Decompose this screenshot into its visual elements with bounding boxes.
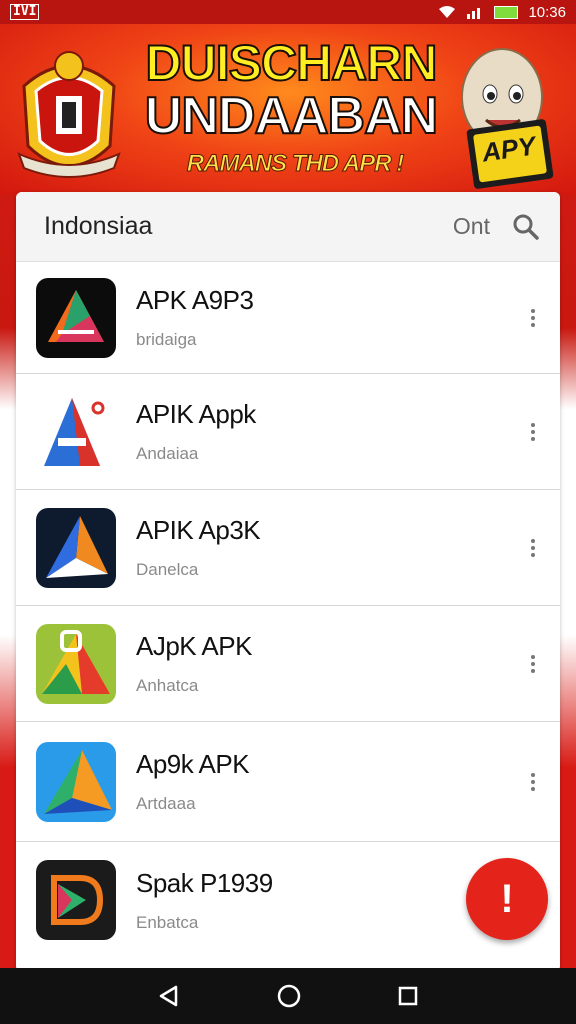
list-item[interactable]: APK A9P3 bridaiga <box>16 262 560 374</box>
app-name: AJpK APK <box>136 631 252 661</box>
home-icon[interactable] <box>276 983 302 1009</box>
app-name: APK A9P3 <box>136 285 254 315</box>
more-options-icon[interactable] <box>530 308 536 327</box>
clock: 10:36 <box>528 3 566 21</box>
search-title: Indonsiaa <box>44 212 153 240</box>
app-icon <box>36 391 116 472</box>
wifi-icon <box>439 6 456 18</box>
system-nav-bar <box>0 968 576 1024</box>
search-icon[interactable] <box>512 213 540 241</box>
app-subtitle: Artdaaa <box>136 794 196 813</box>
promo-banner[interactable]: DUISCHARN UNDAABAN RAMANS THD APR ! APY <box>0 24 576 194</box>
search-option[interactable]: Ont <box>453 213 490 240</box>
battery-icon <box>494 5 519 19</box>
app-name: APIK Ap3K <box>136 515 261 545</box>
more-options-icon[interactable] <box>530 654 536 673</box>
banner-title-line2: UNDAABAN <box>144 87 439 145</box>
more-options-icon[interactable] <box>530 538 536 557</box>
list-item[interactable]: AJpK APK Anhatca <box>16 606 560 722</box>
app-icon <box>36 741 116 822</box>
app-icon <box>36 860 116 940</box>
crest-emblem-icon <box>17 51 121 178</box>
app-icon <box>36 623 116 704</box>
list-item[interactable]: Ap9k APK Artdaaa <box>16 722 560 842</box>
back-icon[interactable] <box>157 984 181 1008</box>
app-subtitle: bridaiga <box>136 330 197 349</box>
search-bar[interactable]: Indonsiaa Ont <box>16 192 560 262</box>
recents-icon[interactable] <box>397 985 419 1007</box>
app-list-card: Indonsiaa Ont APK A9P3 bridaiga APIK App… <box>16 192 560 972</box>
mascot-character-icon <box>461 48 554 189</box>
more-options-icon[interactable] <box>530 422 536 441</box>
exclamation-icon: ! <box>500 877 514 921</box>
list-item[interactable]: APIK Ap3K Danelca <box>16 490 560 606</box>
more-options-icon[interactable] <box>530 772 536 791</box>
list-item[interactable]: APIK Appk Andaiaa <box>16 374 560 490</box>
banner-subtitle: RAMANS THD APR ! <box>186 150 404 178</box>
network-indicator: IVI <box>10 4 40 20</box>
signal-icon <box>467 8 481 19</box>
app-icon <box>36 277 116 358</box>
banner-title-line1: DUISCHARN <box>145 35 439 91</box>
app-subtitle: Andaiaa <box>136 444 199 463</box>
app-icon <box>36 507 116 588</box>
status-bar: IVI 10:36 <box>0 0 576 24</box>
app-name: Ap9k APK <box>136 749 250 779</box>
app-name: APIK Appk <box>136 399 256 429</box>
app-subtitle: Danelca <box>136 560 199 579</box>
alert-fab-button[interactable]: ! <box>466 858 548 940</box>
app-subtitle: Anhatca <box>136 676 199 695</box>
